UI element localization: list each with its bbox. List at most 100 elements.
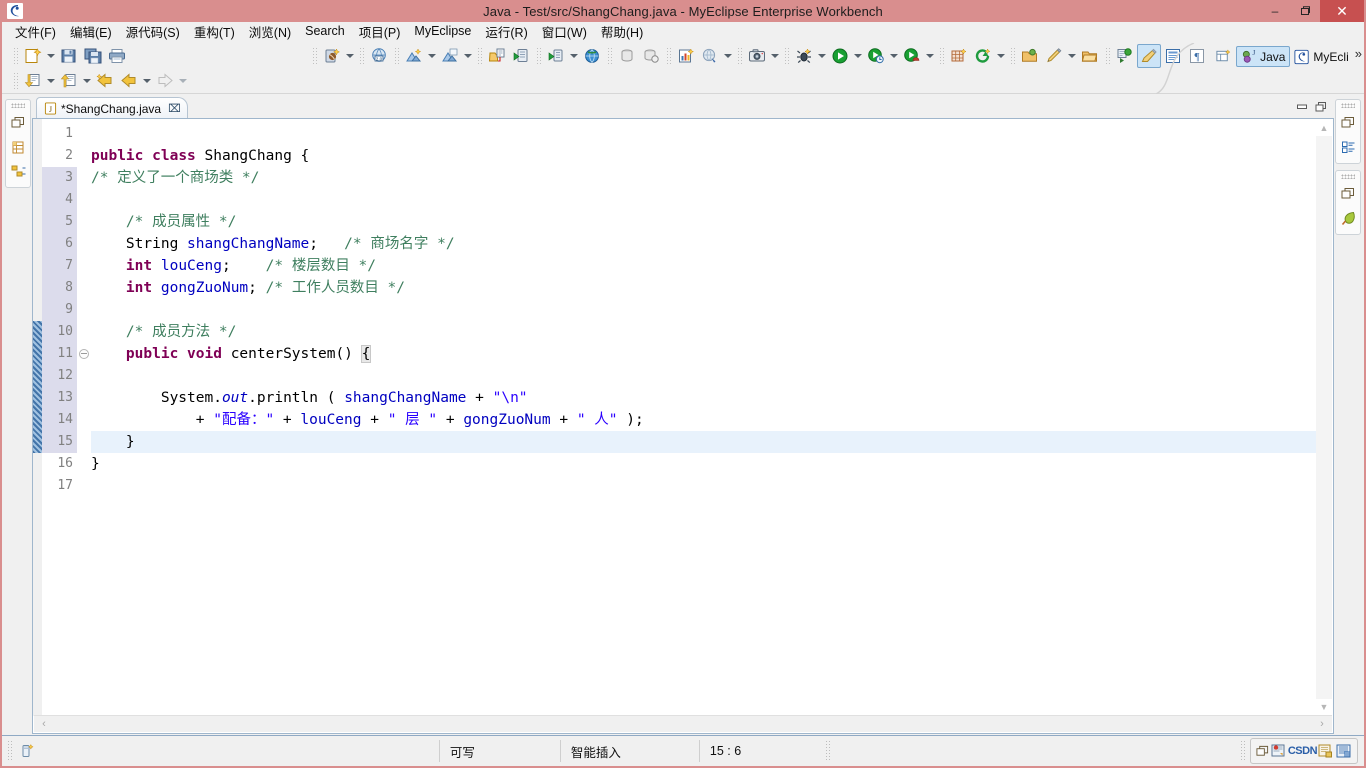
code-line[interactable]: int louCeng; /* 楼层数目 */ (91, 255, 1316, 277)
toolbar-grip[interactable] (783, 46, 790, 66)
debug-dropdown-icon[interactable] (816, 44, 828, 68)
restore-button[interactable] (1290, 0, 1320, 22)
editor-vertical-scrollbar[interactable]: ▲ ▼ (1316, 120, 1332, 715)
toolbar-grip[interactable] (938, 46, 945, 66)
status-grip[interactable] (824, 740, 832, 762)
toolbar-grip[interactable] (358, 46, 365, 66)
back-annotation-icon[interactable] (21, 69, 45, 93)
forward-nav-dropdown-icon[interactable] (177, 69, 189, 93)
menu-item-project[interactable]: 项目(P) (352, 21, 408, 43)
myeclipse-leaf-icon[interactable] (1338, 208, 1358, 228)
forward-annotation-icon[interactable] (57, 69, 81, 93)
code-line[interactable]: System.out.println ( shangChangName + "\… (91, 387, 1316, 409)
new-java-package-icon[interactable] (320, 44, 344, 68)
minimize-icon[interactable] (1294, 99, 1310, 115)
restore-view-icon[interactable] (1338, 113, 1358, 133)
maximize-icon[interactable] (1313, 99, 1329, 115)
restore-view-icon[interactable] (1338, 184, 1358, 204)
close-button[interactable]: ✕ (1320, 0, 1364, 22)
code-line[interactable]: + "配备：" + louCeng + " 层 " + gongZuoNum +… (91, 409, 1316, 431)
forward-nav-icon[interactable] (153, 69, 177, 93)
db-export-icon[interactable] (615, 44, 639, 68)
next-annotation-icon[interactable] (1113, 44, 1137, 68)
globe-config-icon[interactable] (698, 44, 722, 68)
status-grip[interactable] (7, 740, 14, 762)
back-annotation-dropdown-icon[interactable] (45, 69, 57, 93)
new-java-project-dropdown-icon[interactable] (462, 44, 474, 68)
globe-config-dropdown-icon[interactable] (722, 44, 734, 68)
code-line[interactable]: public void centerSystem() { (91, 343, 1316, 365)
code-line[interactable]: String shangChangName; /* 商场名字 */ (91, 233, 1316, 255)
scroll-left-icon[interactable]: ‹ (36, 716, 52, 732)
toolbar-grip[interactable] (665, 46, 672, 66)
last-edit-location-icon[interactable] (93, 69, 117, 93)
hierarchy-icon[interactable] (8, 161, 28, 181)
code-line[interactable]: /* 成员方法 */ (91, 321, 1316, 343)
save-icon[interactable] (57, 44, 81, 68)
save-all-icon[interactable] (81, 44, 105, 68)
menu-item-source[interactable]: 源代码(S) (119, 21, 187, 43)
db-import-icon[interactable] (639, 44, 663, 68)
toolbar-grip[interactable] (1104, 46, 1111, 66)
web-browser-icon[interactable] (580, 44, 604, 68)
run-history-dropdown-icon[interactable] (888, 44, 900, 68)
scroll-down-icon[interactable]: ▼ (1316, 699, 1332, 715)
menu-item-run[interactable]: 运行(R) (478, 21, 534, 43)
toolbar-grip[interactable] (535, 46, 542, 66)
code-text-area[interactable]: public class ShangChang {/* 定义了一个商场类 */ … (91, 119, 1316, 716)
run-external-icon[interactable] (900, 44, 924, 68)
open-folder-icon[interactable] (1078, 44, 1102, 68)
report-icon[interactable] (674, 44, 698, 68)
run-server-icon[interactable] (509, 44, 533, 68)
fold-collapse-icon[interactable] (79, 349, 89, 359)
toolbar-grip[interactable] (1009, 46, 1016, 66)
menu-item-help[interactable]: 帮助(H) (594, 21, 650, 43)
new-table-icon[interactable] (947, 44, 971, 68)
menu-item-edit[interactable]: 编辑(E) (63, 21, 119, 43)
editor-horizontal-scrollbar[interactable]: ‹ › (34, 715, 1332, 732)
run-history-icon[interactable] (864, 44, 888, 68)
code-line[interactable] (91, 189, 1316, 211)
close-icon[interactable]: ⌧ (168, 102, 181, 115)
menu-item-window[interactable]: 窗口(W) (535, 21, 594, 43)
print-icon[interactable] (105, 44, 129, 68)
back-nav-dropdown-icon[interactable] (141, 69, 153, 93)
run-dropdown-icon[interactable] (852, 44, 864, 68)
menu-item-myeclipse[interactable]: MyEclipse (407, 23, 478, 40)
new-java-package-dropdown-icon[interactable] (344, 44, 356, 68)
deploy-icon[interactable] (544, 44, 568, 68)
code-line[interactable] (91, 123, 1316, 145)
deploy-dropdown-icon[interactable] (568, 44, 580, 68)
menu-item-refactor[interactable]: 重构(T) (187, 21, 242, 43)
outline-icon[interactable] (1338, 137, 1358, 157)
folding-column[interactable] (77, 119, 91, 716)
perspective-java[interactable]: J Java (1236, 46, 1291, 67)
code-line[interactable]: /* 定义了一个商场类 */ (91, 167, 1316, 189)
code-line[interactable] (91, 365, 1316, 387)
refresh-green-icon[interactable] (971, 44, 995, 68)
toolbar-grip[interactable] (12, 71, 19, 91)
fast-view-grip[interactable] (11, 103, 25, 108)
editor-tab-shangchang[interactable]: J *ShangChang.java ⌧ (36, 97, 188, 119)
new-java-class-dropdown-icon[interactable] (426, 44, 438, 68)
code-line[interactable] (91, 299, 1316, 321)
scroll-up-icon[interactable]: ▲ (1316, 120, 1332, 136)
code-line[interactable]: } (91, 453, 1316, 475)
pencil-icon[interactable] (1042, 44, 1066, 68)
perspective-overflow-icon[interactable]: » (1355, 46, 1362, 67)
new-java-class-icon[interactable] (402, 44, 426, 68)
run-external-dropdown-icon[interactable] (924, 44, 936, 68)
toolbar-grip[interactable] (606, 46, 613, 66)
toolbar-grip[interactable] (476, 46, 483, 66)
debug-icon[interactable] (792, 44, 816, 68)
snapshot-dropdown-icon[interactable] (769, 44, 781, 68)
myeclipse-web20-icon[interactable]: 2.0 (367, 44, 391, 68)
status-grip[interactable] (1239, 740, 1247, 762)
code-line[interactable]: /* 成员属性 */ (91, 211, 1316, 233)
new-wizard-dropdown-icon[interactable] (45, 44, 57, 68)
open-perspective-icon[interactable] (1211, 46, 1236, 67)
new-java-project-icon[interactable] (438, 44, 462, 68)
open-type-icon[interactable] (485, 44, 509, 68)
forward-annotation-dropdown-icon[interactable] (81, 69, 93, 93)
package-explorer-icon[interactable] (8, 137, 28, 157)
